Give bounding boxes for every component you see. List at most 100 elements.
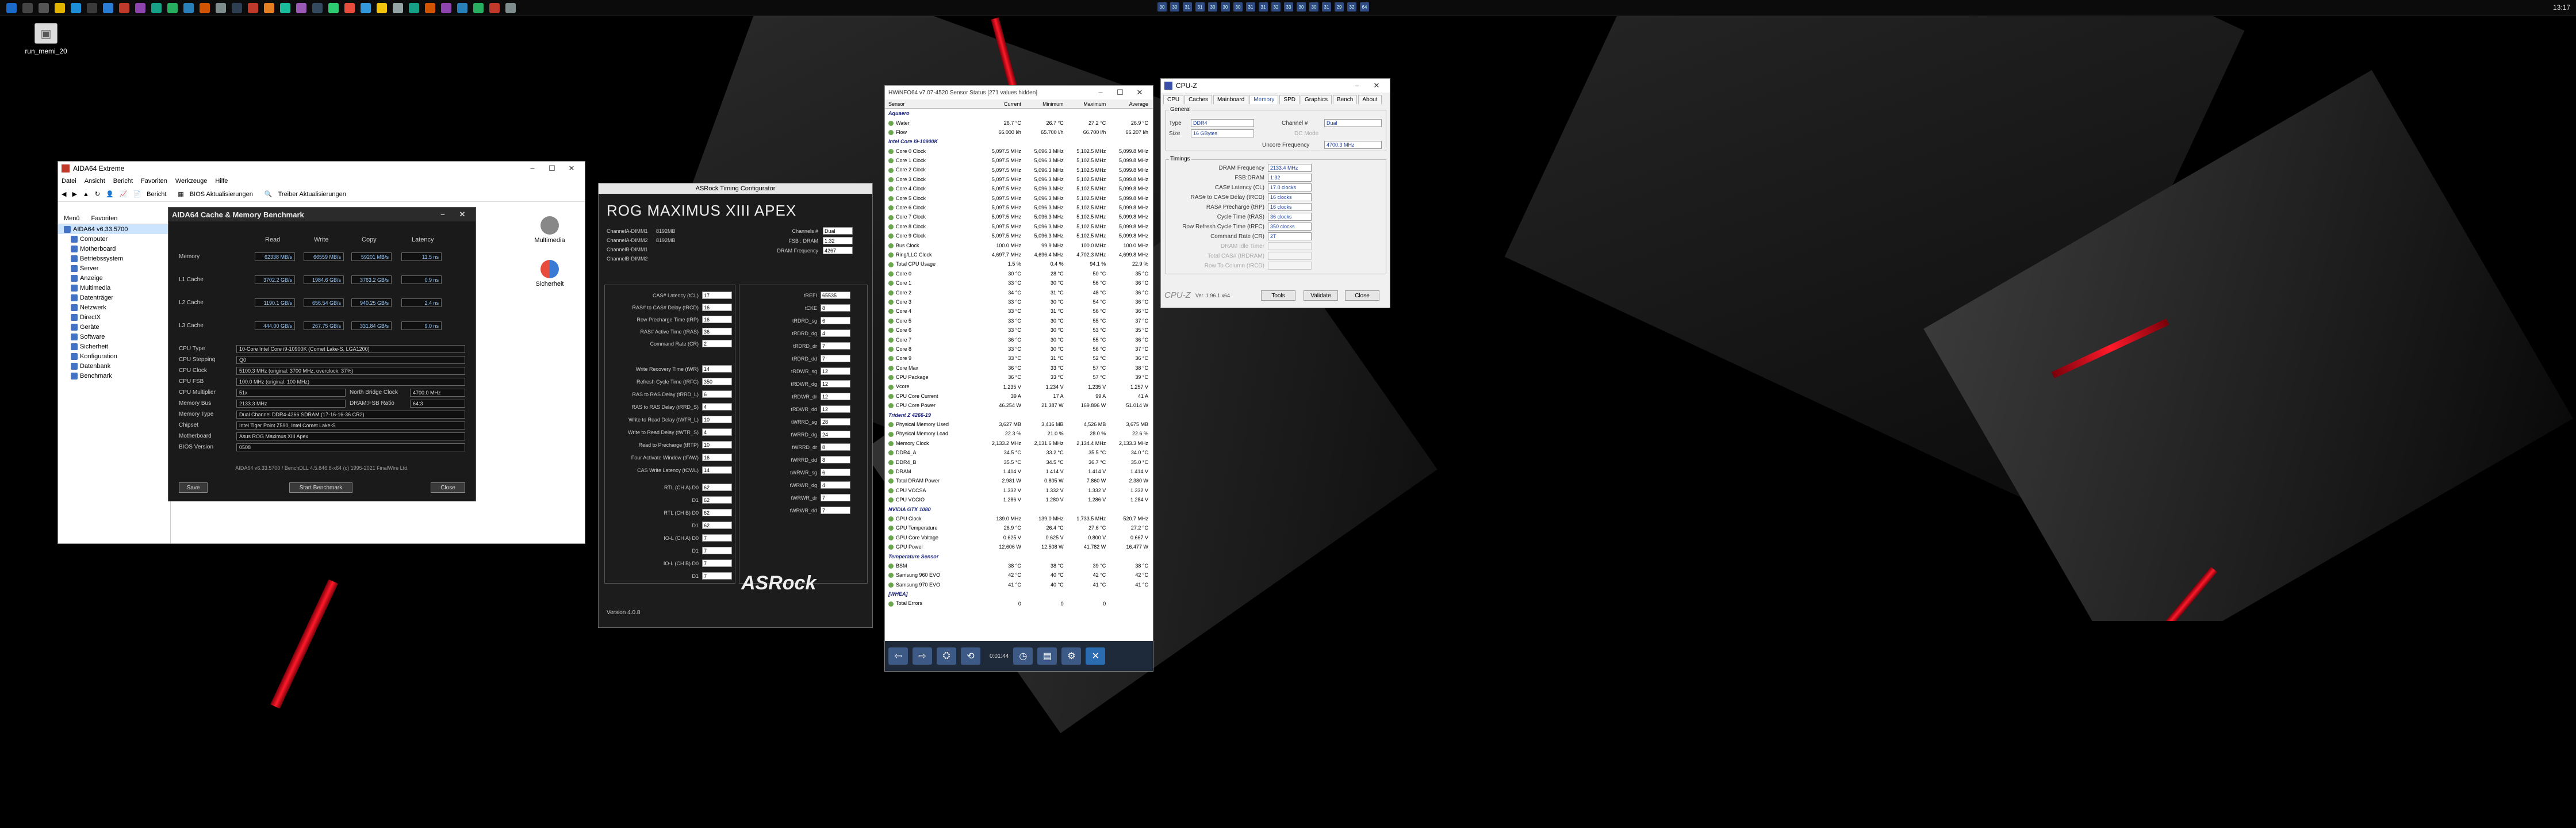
bios-update-button[interactable]: ▦ BIOS Aktualisierungen bbox=[178, 190, 258, 198]
sensor-group-row[interactable]: Intel Core i9-10900K bbox=[885, 137, 1153, 147]
taskbar-app1-icon[interactable] bbox=[119, 2, 129, 13]
tab-memory[interactable]: Memory bbox=[1249, 95, 1279, 104]
taskbar-start-icon[interactable] bbox=[6, 2, 17, 13]
taskbar-app16-icon[interactable] bbox=[361, 2, 371, 13]
sensor-row[interactable]: GPU Temperature 26.9 °C 26.4 °C 27.6 °C 27.2… bbox=[885, 523, 1153, 532]
category-multimedia[interactable]: Multimedia bbox=[518, 216, 581, 244]
sidebar-item[interactable]: Computer bbox=[58, 234, 170, 244]
sensor-row[interactable]: Core 9 33 °C 31 °C 52 °C 36 °C bbox=[885, 354, 1153, 363]
navigate-left-icon[interactable]: ⇦ bbox=[888, 647, 908, 665]
refresh-icon[interactable]: ↻ bbox=[95, 190, 100, 198]
hwinfo-titlebar[interactable]: HWiNFO64 v7.07-4520 Sensor Status [271 v… bbox=[885, 86, 1153, 99]
taskbar-app12-icon[interactable] bbox=[296, 2, 306, 13]
close-x-icon[interactable]: ✕ bbox=[1086, 647, 1106, 665]
sidebar-item[interactable]: Betriebssystem bbox=[58, 254, 170, 263]
sensor-row[interactable]: Core 9 Clock 5,097.5 MHz 5,096.3 MHz 5,102.… bbox=[885, 231, 1153, 240]
taskbar-app22-icon[interactable] bbox=[457, 2, 467, 13]
menu-item[interactable]: Werkzeuge bbox=[175, 178, 207, 185]
sensor-group-row[interactable]: NVIDIA GTX 1080 bbox=[885, 504, 1153, 514]
sensor-row[interactable]: Total DRAM Power 2.981 W 0.805 W 7.860 W 2.3… bbox=[885, 476, 1153, 485]
menu-item[interactable]: Hilfe bbox=[215, 178, 228, 185]
menu-item[interactable]: Datei bbox=[62, 178, 76, 185]
asrock-timing-window[interactable]: ASRock Timing Configurator ROG MAXIMUS X… bbox=[598, 183, 873, 628]
start-benchmark-button[interactable]: Start Benchmark bbox=[289, 482, 352, 493]
tray-temperature-icon[interactable]: 29 bbox=[1335, 2, 1344, 12]
tab-spd[interactable]: SPD bbox=[1279, 95, 1300, 104]
sensor-row[interactable]: Core 1 33 °C 30 °C 56 °C 36 °C bbox=[885, 278, 1153, 288]
minimize-button[interactable]: – bbox=[523, 164, 542, 173]
sidebar-item[interactable]: Motherboard bbox=[58, 244, 170, 254]
sidebar-tab[interactable]: Favoriten bbox=[86, 213, 124, 224]
sidebar-item[interactable]: Sicherheit bbox=[58, 342, 170, 351]
chart-icon[interactable]: 📈 bbox=[120, 190, 128, 198]
sensor-row[interactable]: CPU VCCIO 1.286 V 1.280 V 1.286 V 1.284 V bbox=[885, 495, 1153, 504]
sensor-row[interactable]: Physical Memory Used 3,627 MB 3,416 MB 4,52… bbox=[885, 420, 1153, 429]
taskbar-task-icon[interactable] bbox=[39, 2, 49, 13]
taskbar-app20-icon[interactable] bbox=[425, 2, 435, 13]
driver-update-button[interactable]: 🔍 Treiber Aktualisierungen bbox=[264, 190, 352, 198]
tray-temperature-icon[interactable]: 31 bbox=[1195, 2, 1205, 12]
sidebar-item[interactable]: Konfiguration bbox=[58, 351, 170, 361]
maximize-button[interactable]: ☐ bbox=[1110, 88, 1130, 97]
sidebar-item[interactable]: Benchmark bbox=[58, 371, 170, 381]
sensor-row[interactable]: Core 2 34 °C 31 °C 48 °C 36 °C bbox=[885, 288, 1153, 297]
taskbar-app17-icon[interactable] bbox=[377, 2, 387, 13]
tray-temperature-icon[interactable]: 31 bbox=[1183, 2, 1192, 12]
sidebar-item[interactable]: Anzeige bbox=[58, 273, 170, 283]
tools-dropdown[interactable]: Tools bbox=[1261, 290, 1295, 301]
tray-temperature-icon[interactable]: 64 bbox=[1360, 2, 1369, 12]
tray-temperature-icon[interactable]: 31 bbox=[1259, 2, 1268, 12]
tray-temperature-icon[interactable]: 32 bbox=[1347, 2, 1356, 12]
sensor-row[interactable]: CPU Core Current 39 A 17 A 99 A 41 A bbox=[885, 392, 1153, 401]
tab-graphics[interactable]: Graphics bbox=[1300, 95, 1332, 104]
taskbar-app13-icon[interactable] bbox=[312, 2, 323, 13]
tray-temperature-icon[interactable]: 30 bbox=[1208, 2, 1217, 12]
back-icon[interactable]: ◀ bbox=[62, 190, 66, 198]
sensor-row[interactable]: CPU Package 36 °C 33 °C 57 °C 39 °C bbox=[885, 373, 1153, 382]
sensor-row[interactable]: Core 0 Clock 5,097.5 MHz 5,096.3 MHz 5,102.… bbox=[885, 147, 1153, 156]
sensor-row[interactable]: Flow 66.000 l/h 65.700 l/h 66.700 l/h 66.207… bbox=[885, 128, 1153, 137]
close-button[interactable]: ✕ bbox=[562, 164, 581, 173]
sensor-row[interactable]: DRAM 1.414 V 1.414 V 1.414 V 1.414 V bbox=[885, 467, 1153, 476]
tray-temperature-icon[interactable]: 31 bbox=[1322, 2, 1331, 12]
taskbar-app18-icon[interactable] bbox=[393, 2, 403, 13]
sidebar-item[interactable]: DirectX bbox=[58, 312, 170, 322]
minimize-button[interactable]: – bbox=[1347, 81, 1367, 90]
sidebar-tab[interactable]: Menü bbox=[58, 213, 86, 224]
sensor-group-row[interactable]: Trident Z 4266-19 bbox=[885, 410, 1153, 420]
sensor-row[interactable]: Core 8 33 °C 30 °C 56 °C 37 °C bbox=[885, 344, 1153, 354]
taskbar-app3-icon[interactable] bbox=[151, 2, 162, 13]
tray-temperature-icon[interactable]: 30 bbox=[1170, 2, 1179, 12]
minimize-button[interactable]: – bbox=[433, 210, 453, 219]
navigate-right-icon[interactable]: ⇨ bbox=[913, 647, 932, 665]
taskbar-explorer-icon[interactable] bbox=[55, 2, 65, 13]
settings-gear-icon[interactable]: ⚙ bbox=[1061, 647, 1082, 665]
sensor-row[interactable]: Memory Clock 2,133.2 MHz 2,131.6 MHz 2,134.… bbox=[885, 439, 1153, 448]
taskbar-app19-icon[interactable] bbox=[409, 2, 419, 13]
tray-temperature-icon[interactable]: 31 bbox=[1246, 2, 1255, 12]
column-header[interactable]: Current bbox=[983, 101, 1026, 107]
column-header[interactable]: Sensor bbox=[885, 101, 983, 107]
sensor-group-row[interactable]: Aquaero bbox=[885, 109, 1153, 118]
cpuz-titlebar[interactable]: CPU-Z – ✕ bbox=[1161, 79, 1390, 93]
benchmark-titlebar[interactable]: AIDA64 Cache & Memory Benchmark – ✕ bbox=[168, 208, 476, 221]
taskbar-app15-icon[interactable] bbox=[344, 2, 355, 13]
minimize-button[interactable]: – bbox=[1091, 88, 1110, 97]
sensor-row[interactable]: Physical Memory Load 22.3 % 21.0 % 28.0 % 22… bbox=[885, 429, 1153, 438]
sidebar-item[interactable]: AIDA64 v6.33.5700 bbox=[58, 224, 170, 234]
sensor-row[interactable]: Core 2 Clock 5,097.5 MHz 5,096.3 MHz 5,102.… bbox=[885, 165, 1153, 174]
close-button[interactable]: ✕ bbox=[1367, 81, 1386, 90]
taskbar-app14-icon[interactable] bbox=[328, 2, 339, 13]
network-icon[interactable]: ⛭ bbox=[937, 647, 956, 665]
tray-temperature-icon[interactable]: 30 bbox=[1233, 2, 1243, 12]
taskbar-app24-icon[interactable] bbox=[489, 2, 500, 13]
sensor-row[interactable]: Core Max 36 °C 33 °C 57 °C 38 °C bbox=[885, 363, 1153, 373]
tray-temperature-icon[interactable]: 30 bbox=[1221, 2, 1230, 12]
sensor-row[interactable]: Core 4 33 °C 31 °C 56 °C 36 °C bbox=[885, 306, 1153, 316]
close-button[interactable]: Close bbox=[1345, 290, 1379, 301]
close-button[interactable]: ✕ bbox=[1130, 88, 1149, 97]
sensor-row[interactable]: Samsung 960 EVO 42 °C 40 °C 42 °C 42 °C bbox=[885, 570, 1153, 580]
sidebar-item[interactable]: Software bbox=[58, 332, 170, 342]
sidebar-item[interactable]: Server bbox=[58, 263, 170, 273]
taskbar-mail-icon[interactable] bbox=[103, 2, 113, 13]
